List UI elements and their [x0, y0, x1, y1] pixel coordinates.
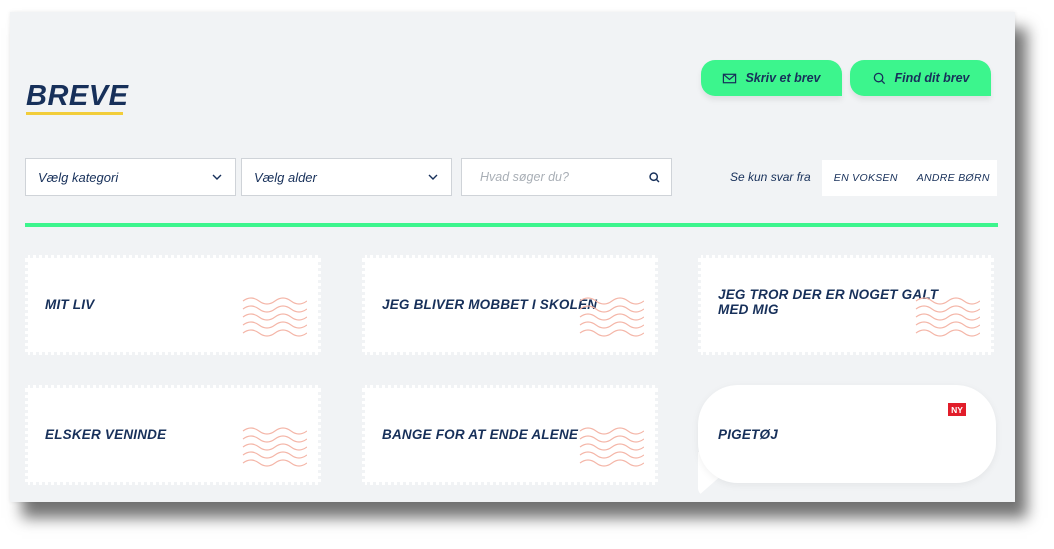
new-badge: NY [948, 403, 966, 416]
letters-page: BREVE Skriv et brev Find dit brev Vælg k… [10, 12, 1015, 502]
reply-filter-label: Se kun svar fra [730, 170, 811, 184]
chevron-down-icon [212, 174, 222, 180]
envelope-icon [723, 73, 737, 83]
category-select[interactable]: Vælg kategori [25, 158, 236, 196]
age-select[interactable]: Vælg alder [241, 158, 452, 196]
find-letter-button[interactable]: Find dit brev [850, 60, 991, 96]
page-title: BREVE [26, 80, 129, 112]
letter-card-title: ELSKER VENINDE [45, 427, 167, 442]
write-letter-button[interactable]: Skriv et brev [701, 60, 842, 96]
chevron-down-icon [428, 174, 438, 180]
write-letter-label: Skriv et brev [745, 71, 821, 85]
search-input[interactable] [478, 169, 648, 185]
featured-letter-title: PIGETØJ [718, 427, 778, 442]
letter-card[interactable]: JEG BLIVER MOBBET I SKOLEN [359, 252, 661, 358]
letter-card-title: BANGE FOR AT ENDE ALENE [382, 427, 579, 442]
find-letter-label: Find dit brev [894, 71, 970, 85]
wavy-postmark-icon [242, 427, 307, 467]
letter-card[interactable]: MIT LIV [22, 252, 324, 358]
letter-card-title: MIT LIV [45, 297, 95, 312]
search-box [461, 158, 672, 196]
reply-option-adult[interactable]: EN VOKSEN [822, 172, 910, 184]
wavy-postmark-icon [579, 427, 644, 467]
featured-letter-card[interactable]: PIGETØJ [698, 385, 996, 483]
letter-card-title: JEG BLIVER MOBBET I SKOLEN [382, 297, 598, 312]
reply-filter-toggle: EN VOKSEN ANDRE BØRN [822, 160, 997, 196]
category-select-value: Vælg kategori [38, 169, 119, 185]
age-select-value: Vælg alder [254, 169, 317, 185]
section-divider [25, 223, 998, 227]
wavy-postmark-icon [915, 297, 980, 337]
wavy-postmark-icon [579, 297, 644, 337]
letter-card[interactable]: BANGE FOR AT ENDE ALENE [359, 382, 661, 488]
wavy-postmark-icon [242, 297, 307, 337]
letter-card-title: JEG TROR DER ER NOGET GALT MED MIG [718, 287, 939, 317]
title-underline [26, 112, 123, 115]
reply-option-children[interactable]: ANDRE BØRN [910, 172, 998, 184]
letter-card[interactable]: ELSKER VENINDE [22, 382, 324, 488]
letter-card[interactable]: JEG TROR DER ER NOGET GALT MED MIG [695, 252, 997, 358]
search-icon[interactable] [648, 171, 661, 184]
search-icon [873, 72, 885, 84]
